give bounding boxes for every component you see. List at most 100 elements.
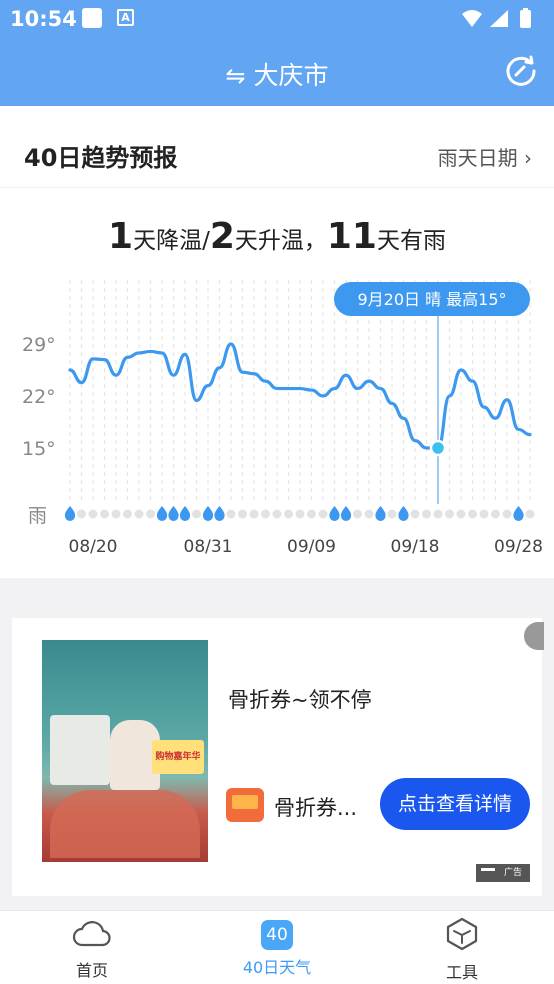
forecast-title: 40日趋势预报 <box>24 144 178 172</box>
no-rain-dot <box>410 509 420 519</box>
no-rain-dot <box>123 509 132 519</box>
y-tick-label: 22° <box>22 386 56 408</box>
rain-drop-icon <box>398 506 409 521</box>
no-rain-dot <box>226 509 236 519</box>
x-tick-label: 08/31 <box>184 537 233 557</box>
cube-icon <box>446 917 478 951</box>
cool-days-count: 1 <box>108 216 134 257</box>
rain-drop-icon <box>513 506 524 521</box>
status-bar: 10:54 A <box>0 0 554 38</box>
ad-card[interactable]: 购物嘉年华 骨折券~领不停 骨折券... 点击查看详情 广告 <box>12 618 544 896</box>
coupon-icon <box>226 788 264 822</box>
x-tick-label: 09/28 <box>494 537 543 557</box>
no-rain-dot <box>249 509 259 519</box>
wifi-icon <box>462 10 482 27</box>
no-rain-dot <box>502 509 512 519</box>
rain-dates-link[interactable]: 雨天日期 › <box>438 142 532 171</box>
trend-summary: 1天降温/2天升温，11天有雨 <box>0 216 554 257</box>
rain-drop-icon <box>340 506 352 521</box>
bottom-tab-bar: 首页 40 40日天气 工具 <box>0 910 554 984</box>
ad-banner: 购物嘉年华 <box>152 740 204 774</box>
rain-days-count: 11 <box>326 216 377 257</box>
no-rain-dot <box>364 509 374 519</box>
refresh-icon[interactable] <box>504 54 538 88</box>
temperature-trend-chart[interactable]: 29° 22° 15° 雨 9月20日 晴 最高15° 08/20 08/31 09/09 09… <box>0 266 554 578</box>
no-rain-dot <box>295 509 305 519</box>
no-rain-dot <box>468 509 477 519</box>
tooltip-text: 9月20日 晴 最高15° <box>357 290 506 309</box>
no-rain-dot <box>238 509 247 519</box>
no-rain-dot <box>272 509 282 519</box>
forecast-card: 40日趋势预报 雨天日期 › 1天降温/2天升温，11天有雨 29° 22° 15°… <box>0 106 554 578</box>
no-rain-dot <box>284 509 293 519</box>
rain-drop-icon <box>64 506 76 521</box>
no-rain-dot <box>261 509 270 519</box>
rain-drop-icon <box>329 506 340 521</box>
forecast-header: 40日趋势预报 雨天日期 › <box>0 106 554 188</box>
rain-dates-label: 雨天日期 <box>437 146 518 170</box>
no-rain-dot <box>146 509 155 519</box>
no-rain-dot <box>111 509 121 519</box>
battery-icon <box>520 10 531 28</box>
chevron-right-icon: › <box>524 146 532 170</box>
x-tick-label: 09/18 <box>391 537 440 557</box>
city-name: 大庆市 <box>253 61 329 90</box>
status-time: 10:54 <box>10 7 77 31</box>
no-rain-dot <box>353 509 362 519</box>
no-rain-dot <box>192 509 201 519</box>
system-icons <box>462 8 531 28</box>
x-tick-label: 08/20 <box>69 537 118 557</box>
tab-40-day-label: 40日天气 <box>242 958 312 977</box>
rain-drop-icon <box>156 506 168 521</box>
ad-product-1 <box>50 715 110 785</box>
ad-blur-region <box>50 790 200 858</box>
no-rain-dot <box>387 509 397 519</box>
y-tick-label: 29° <box>22 334 56 356</box>
tab-home[interactable]: 首页 <box>32 917 152 981</box>
no-rain-dot <box>456 509 466 519</box>
x-tick-label: 09/09 <box>287 537 336 557</box>
ad-close-tab[interactable] <box>524 622 544 650</box>
no-rain-dot <box>318 509 328 519</box>
notification-icon <box>82 8 102 28</box>
selected-point <box>429 439 447 457</box>
no-rain-dot <box>77 509 86 519</box>
no-rain-dot <box>479 509 489 519</box>
top-bar: ⇋ 大庆市 <box>0 38 554 106</box>
cool-days-label: 天降温/ <box>133 228 210 254</box>
rain-days-label: 天有雨 <box>376 228 446 254</box>
tab-tools-label: 工具 <box>445 963 478 982</box>
signal-icon <box>490 10 508 27</box>
no-rain-dot <box>100 509 109 519</box>
no-rain-dot <box>422 509 431 519</box>
rain-drop-icon <box>375 506 386 521</box>
no-rain-dot <box>433 509 443 519</box>
no-rain-dot <box>88 509 98 519</box>
ad-details-button[interactable]: 点击查看详情 <box>380 778 530 830</box>
rain-drop-icon <box>168 506 179 521</box>
app-notification-icon: A <box>117 9 134 26</box>
ad-subtitle: 骨折券... <box>274 796 358 820</box>
city-selector[interactable]: ⇋ 大庆市 <box>0 56 554 92</box>
ad-image[interactable]: 购物嘉年华 <box>42 640 208 862</box>
no-rain-dot <box>525 509 535 519</box>
tab-home-label: 首页 <box>75 961 108 980</box>
rain-drop-icon <box>179 506 191 521</box>
y-tick-label: 15° <box>22 438 56 460</box>
swap-icon: ⇋ <box>225 62 246 90</box>
tab-40-day-weather[interactable]: 40 40日天气 <box>217 917 337 978</box>
warm-days-label: 天升温， <box>234 228 327 254</box>
no-rain-dot <box>307 509 316 519</box>
ad-title[interactable]: 骨折券~领不停 <box>228 684 372 714</box>
no-rain-dot <box>134 509 144 519</box>
warm-days-count: 2 <box>209 216 235 257</box>
no-rain-dot <box>445 509 454 519</box>
cloud-icon <box>72 921 111 947</box>
ad-badge: 广告 <box>476 864 530 882</box>
tab-tools[interactable]: 工具 <box>402 917 522 983</box>
rain-drop-icon <box>214 506 225 521</box>
rain-drop-icon <box>202 506 214 521</box>
no-rain-dot <box>491 509 500 519</box>
rain-row-label: 雨 <box>28 505 47 527</box>
calendar-40-icon: 40 <box>261 920 293 950</box>
